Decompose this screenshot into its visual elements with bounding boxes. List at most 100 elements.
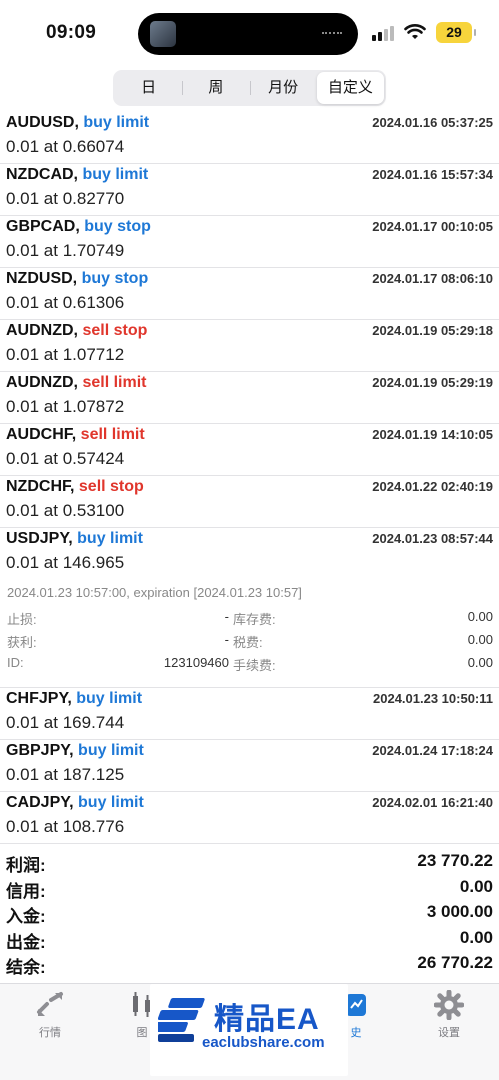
tab-quotes[interactable]: 行情 — [10, 990, 90, 1040]
order-volume-price: 0.01 at 146.965 — [6, 553, 125, 572]
wifi-icon — [404, 24, 426, 39]
summary-row: 出金: 0.00 — [0, 928, 499, 954]
order-time: 2024.01.23 08:57:44 — [372, 531, 493, 546]
order-volume-price: 0.01 at 187.125 — [6, 765, 125, 784]
order-details-grid: 止损: - 库存费: 0.00 获利: - 税费: 0.00 ID: 12310… — [7, 609, 493, 678]
order-volume-price: 0.01 at 0.61306 — [6, 293, 125, 312]
dynamic-island — [138, 13, 358, 55]
status-time: 09:09 — [46, 22, 97, 43]
order-symbol: AUDNZD, — [6, 322, 78, 339]
order-time: 2024.01.19 14:10:05 — [372, 427, 493, 442]
deposit-label: 入金: — [6, 907, 46, 926]
order-volume-price: 0.01 at 0.66074 — [6, 137, 125, 156]
order-id-value: 123109460 — [163, 655, 229, 670]
order-symbol: NZDUSD, — [6, 270, 78, 287]
withdrawal-value: 0.00 — [459, 927, 493, 947]
order-row[interactable]: NZDCHF, sell stop 2024.01.22 02:40:19 0.… — [0, 476, 499, 528]
order-row-expanded[interactable]: USDJPY, buy limit 2024.01.23 08:57:44 0.… — [0, 528, 499, 580]
order-id-label: ID: — [7, 655, 24, 670]
audio-indicator-icon — [322, 32, 342, 36]
segment-day[interactable]: 日 — [115, 72, 182, 104]
detail-row: 获利: - 税费: 0.00 — [7, 632, 493, 655]
detail-row: ID: 123109460 手续费: 0.00 — [7, 655, 493, 678]
battery-indicator: 29 — [436, 22, 476, 43]
order-type: buy limit — [77, 530, 143, 547]
summary-row: 入金: 3 000.00 — [0, 902, 499, 928]
taxes-value: 0.00 — [467, 632, 493, 647]
order-type: buy stop — [81, 270, 149, 287]
order-row[interactable]: CHFJPY, buy limit 2024.01.23 10:50:11 0.… — [0, 688, 499, 740]
order-volume-price: 0.01 at 0.82770 — [6, 189, 125, 208]
swap-value: 0.00 — [467, 609, 493, 624]
order-time: 2024.01.24 17:18:24 — [372, 743, 493, 758]
commission-label: 手续费: — [233, 658, 276, 673]
watermark-logo-icon — [158, 998, 205, 1042]
order-row[interactable]: AUDUSD, buy limit 2024.01.16 05:37:25 0.… — [0, 112, 499, 164]
credit-label: 信用: — [6, 881, 46, 901]
order-time: 2024.02.01 16:21:40 — [372, 795, 493, 810]
order-expiration-text: 2024.01.23 10:57:00, expiration [2024.01… — [7, 585, 302, 600]
order-time: 2024.01.22 02:40:19 — [372, 479, 493, 494]
order-row[interactable]: NZDUSD, buy stop 2024.01.17 08:06:10 0.0… — [0, 268, 499, 320]
segment-week[interactable]: 周 — [182, 72, 249, 104]
order-row[interactable]: AUDCHF, sell limit 2024.01.19 14:10:05 0… — [0, 424, 499, 476]
order-volume-price: 0.01 at 108.776 — [6, 817, 125, 836]
order-time: 2024.01.17 00:10:05 — [372, 219, 493, 234]
order-row[interactable]: GBPJPY, buy limit 2024.01.24 17:18:24 0.… — [0, 740, 499, 792]
order-symbol: GBPJPY, — [6, 742, 74, 759]
order-row[interactable]: AUDNZD, sell limit 2024.01.19 05:29:19 0… — [0, 372, 499, 424]
account-summary: 利润: 23 770.22 信用: 0.00 入金: 3 000.00 出金: 0.00… — [0, 851, 499, 979]
order-type: buy limit — [76, 690, 143, 707]
segment-custom[interactable]: 自定义 — [316, 72, 384, 104]
order-type: buy limit — [83, 114, 150, 131]
balance-value: 26 770.22 — [417, 953, 493, 972]
gear-icon — [434, 990, 464, 1020]
order-row[interactable]: AUDNZD, sell stop 2024.01.19 05:29:18 0.… — [0, 320, 499, 372]
order-row[interactable]: GBPCAD, buy stop 2024.01.17 00:10:05 0.0… — [0, 216, 499, 268]
segment-month[interactable]: 月份 — [249, 72, 317, 104]
summary-row: 结余: 26 770.22 — [0, 953, 499, 979]
order-time: 2024.01.19 05:29:18 — [372, 323, 493, 338]
order-symbol: CHFJPY, — [6, 690, 72, 707]
detail-row: 止损: - 库存费: 0.00 — [7, 609, 493, 632]
tab-chart-label: 图 — [136, 1027, 148, 1039]
credit-value: 0.00 — [459, 876, 493, 896]
cellular-signal-icon — [372, 25, 396, 41]
tab-quotes-label: 行情 — [39, 1027, 61, 1039]
order-symbol: AUDCHF, — [6, 426, 77, 443]
stop-loss-label: 止损: — [7, 612, 37, 627]
order-row[interactable]: NZDCAD, buy limit 2024.01.16 15:57:34 0.… — [0, 164, 499, 216]
tab-history-label: 史 — [350, 1027, 362, 1039]
take-profit-value: - — [224, 632, 229, 647]
order-time: 2024.01.16 05:37:25 — [372, 115, 493, 130]
order-type: sell stop — [82, 322, 148, 339]
watermark-url: eaclubshare.com — [202, 1034, 325, 1051]
order-volume-price: 0.01 at 0.53100 — [6, 501, 125, 520]
orders-list: AUDUSD, buy limit 2024.01.16 05:37:25 0.… — [0, 112, 499, 580]
order-symbol: NZDCAD, — [6, 166, 78, 183]
deposit-value: 3 000.00 — [426, 902, 493, 921]
swap-label: 库存费: — [233, 612, 276, 627]
order-symbol: AUDNZD, — [6, 374, 78, 391]
order-type: sell limit — [80, 426, 145, 443]
order-time: 2024.01.19 05:29:19 — [372, 375, 493, 390]
order-type: buy limit — [78, 742, 144, 759]
order-type: buy limit — [82, 166, 149, 183]
now-playing-artwork — [150, 21, 176, 47]
order-volume-price: 0.01 at 1.70749 — [6, 241, 125, 260]
take-profit-label: 获利: — [7, 635, 37, 650]
tab-settings[interactable]: 设置 — [409, 990, 489, 1040]
order-details-panel: 2024.01.23 10:57:00, expiration [2024.01… — [0, 577, 499, 688]
balance-label: 结余: — [6, 958, 46, 977]
order-type: buy limit — [78, 794, 144, 811]
orders-list-continued: CHFJPY, buy limit 2024.01.23 10:50:11 0.… — [0, 688, 499, 844]
summary-row: 信用: 0.00 — [0, 877, 499, 903]
order-type: sell stop — [78, 478, 144, 495]
profit-value: 23 770.22 — [417, 851, 493, 870]
order-symbol: NZDCHF, — [6, 478, 75, 495]
order-time: 2024.01.17 08:06:10 — [372, 271, 493, 286]
quotes-icon — [37, 992, 63, 1016]
order-row[interactable]: CADJPY, buy limit 2024.02.01 16:21:40 0.… — [0, 792, 499, 844]
tab-settings-label: 设置 — [438, 1027, 460, 1039]
status-bar: 09:09 29 — [0, 0, 499, 62]
